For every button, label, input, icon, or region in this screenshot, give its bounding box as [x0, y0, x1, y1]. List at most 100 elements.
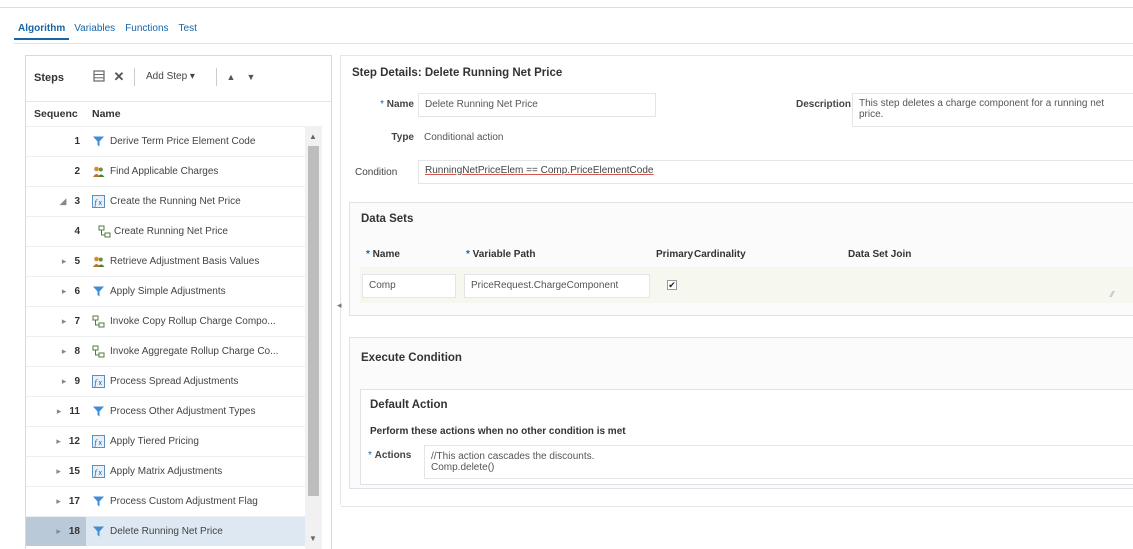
step-row[interactable]: ▸ 8 Invoke Aggregate Rollup Charge Co...: [26, 336, 306, 366]
expand-toggle-icon[interactable]: ▸: [62, 376, 67, 386]
step-number: 6: [74, 286, 80, 297]
top-divider: [0, 7, 1133, 8]
function-icon: fx: [92, 435, 105, 448]
move-up-icon[interactable]: ▲: [224, 70, 238, 84]
step-name: Create the Running Net Price: [110, 196, 241, 207]
default-action-description: Perform these actions when no other cond…: [370, 426, 626, 437]
ds-variable-path-field[interactable]: PriceRequest.ChargeComponent: [464, 274, 650, 298]
expand-toggle-icon[interactable]: ▸: [56, 466, 61, 476]
expand-toggle-icon[interactable]: ▸: [56, 526, 61, 536]
name-label: * Name: [380, 99, 414, 110]
svg-text:x: x: [99, 380, 103, 387]
step-number: 18: [68, 526, 80, 537]
step-sequence: ▸ 15: [26, 457, 86, 486]
grid-icon[interactable]: [92, 70, 106, 84]
ds-name-header: * Name: [366, 249, 400, 260]
tab-variables[interactable]: Variables: [69, 20, 120, 38]
svg-text:x: x: [99, 440, 103, 447]
step-sequence: ▸ 7: [26, 307, 86, 336]
step-row[interactable]: ◢ 3 f x Create the Running Net Price: [26, 186, 306, 216]
filter-icon: [92, 285, 105, 298]
expand-toggle-icon[interactable]: ▸: [57, 406, 62, 416]
name-field[interactable]: Delete Running Net Price: [418, 93, 656, 117]
tab-test[interactable]: Test: [174, 20, 202, 38]
step-number: 17: [68, 496, 80, 507]
step-number: 15: [68, 466, 80, 477]
steps-table-header: Sequenc Name: [26, 101, 331, 126]
step-row[interactable]: ▸ 18 Delete Running Net Price: [26, 516, 306, 546]
people-icon: [92, 255, 105, 268]
step-sequence: ▸ 12: [26, 427, 86, 456]
people-icon: [92, 165, 105, 178]
name-column-header[interactable]: Name: [92, 108, 121, 120]
steps-table-body: 1 Derive Term Price Element Code 2 Find App…: [26, 126, 306, 546]
scroll-up-icon[interactable]: ▲: [309, 132, 317, 141]
tab-functions[interactable]: Functions: [120, 20, 173, 38]
branch-icon: [98, 225, 111, 238]
function-icon: fx: [92, 465, 105, 478]
description-label: Description: [795, 99, 851, 110]
condition-field[interactable]: RunningNetPriceElem == Comp.PriceElement…: [418, 160, 1133, 184]
step-row[interactable]: 1 Derive Term Price Element Code: [26, 126, 306, 156]
step-sequence: 1: [26, 127, 86, 156]
step-row[interactable]: ▸ 11 Process Other Adjustment Types: [26, 396, 306, 426]
step-name: Create Running Net Price: [114, 226, 228, 237]
delete-icon[interactable]: ✕: [112, 70, 126, 84]
steps-title: Steps: [34, 72, 64, 84]
steps-toolbar: Steps ✕ Add Step ▾ ▲ ▼: [26, 56, 331, 98]
step-sequence: 2: [26, 157, 86, 186]
expand-toggle-icon[interactable]: ▸: [62, 286, 67, 296]
tab-algorithm[interactable]: Algorithm: [14, 20, 70, 40]
step-details-title: Step Details: Delete Running Net Price: [352, 67, 563, 79]
step-row[interactable]: ▸ 7 Invoke Copy Rollup Charge Compo...: [26, 306, 306, 336]
step-row[interactable]: ▸ 9 f x Process Spread Adjustments: [26, 366, 306, 396]
step-name: Derive Term Price Element Code: [110, 136, 256, 147]
move-down-icon[interactable]: ▼: [244, 70, 258, 84]
condition-label: Condition: [355, 167, 398, 178]
step-number: 8: [74, 346, 80, 357]
sequence-column-header[interactable]: Sequenc: [34, 108, 78, 120]
scroll-down-icon[interactable]: ▼: [309, 534, 317, 543]
step-sequence: ▸ 6: [26, 277, 86, 306]
ds-name-field[interactable]: Comp: [362, 274, 456, 298]
expand-toggle-icon[interactable]: ▸: [56, 496, 61, 506]
primary-checkbox[interactable]: ✔: [667, 280, 677, 290]
step-number: 5: [74, 256, 80, 267]
expand-toggle-icon[interactable]: ▸: [62, 346, 67, 356]
data-sets-title: Data Sets: [361, 213, 414, 225]
step-sequence: ▸ 8: [26, 337, 86, 366]
steps-scrollbar[interactable]: ▲ ▼: [305, 126, 322, 549]
actions-line-2: Comp.delete(): [431, 462, 495, 473]
scroll-thumb[interactable]: [308, 146, 319, 496]
execute-condition-title: Execute Condition: [361, 352, 462, 364]
step-sequence: 4: [26, 217, 86, 246]
add-step-button[interactable]: Add Step ▾: [146, 71, 195, 82]
step-row[interactable]: ▸ 15 f x Apply Matrix Adjustments: [26, 456, 306, 486]
branch-icon: [92, 345, 105, 358]
step-name: Invoke Aggregate Rollup Charge Co...: [110, 346, 279, 357]
actions-line-1: //This action cascades the discounts.: [431, 451, 595, 462]
actions-editor[interactable]: //This action cascades the discounts. Co…: [424, 445, 1133, 479]
resize-handle-icon[interactable]: ⁄⁄: [1111, 290, 1114, 299]
type-value: Conditional action: [424, 132, 504, 143]
step-name: Apply Matrix Adjustments: [110, 466, 223, 477]
description-field[interactable]: This step deletes a charge component for…: [852, 93, 1133, 127]
type-label: Type: [391, 132, 414, 143]
expand-toggle-icon[interactable]: ▸: [56, 436, 61, 446]
condition-expression[interactable]: RunningNetPriceElem == Comp.PriceElement…: [425, 165, 653, 176]
step-row[interactable]: ▸ 17 Process Custom Adjustment Flag: [26, 486, 306, 516]
step-number: 2: [74, 166, 80, 177]
expanded-toggle-icon[interactable]: ◢: [60, 196, 67, 206]
ds-join-header: Data Set Join: [848, 249, 912, 260]
step-row[interactable]: ▸ 12 f x Apply Tiered Pricing: [26, 426, 306, 456]
step-sequence: ▸ 9: [26, 367, 86, 396]
expand-toggle-icon[interactable]: ▸: [62, 316, 67, 326]
step-row[interactable]: 4 Create Running Net Price: [26, 216, 306, 246]
step-row[interactable]: ▸ 5 Retrieve Adjustment Basis Values: [26, 246, 306, 276]
expand-toggle-icon[interactable]: ▸: [62, 256, 67, 266]
step-number: 11: [69, 406, 80, 417]
step-row[interactable]: ▸ 6 Apply Simple Adjustments: [26, 276, 306, 306]
step-row[interactable]: 2 Find Applicable Charges: [26, 156, 306, 186]
toolbar-separator: [216, 68, 217, 86]
step-name: Process Other Adjustment Types: [110, 406, 256, 417]
